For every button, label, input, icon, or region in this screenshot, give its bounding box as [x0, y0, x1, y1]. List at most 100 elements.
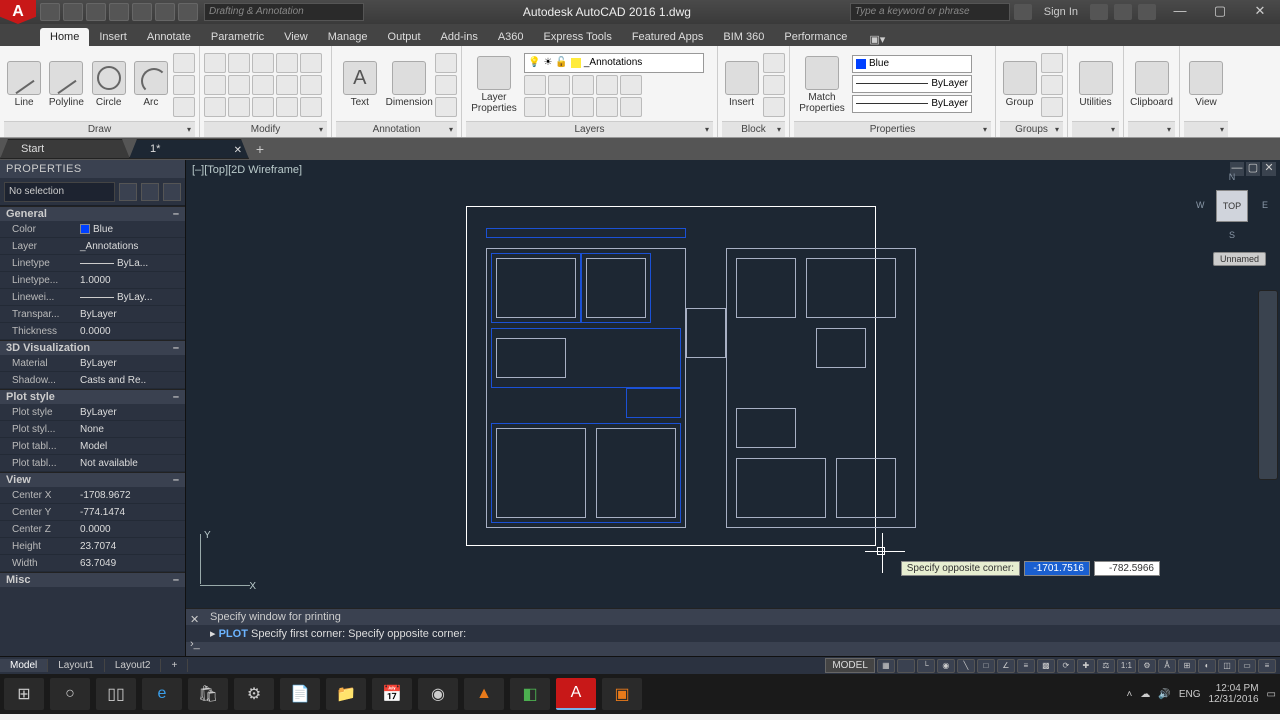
tool-view[interactable]: View	[1184, 61, 1228, 108]
tab-performance[interactable]: Performance	[774, 28, 857, 46]
qat-open-icon[interactable]	[63, 3, 83, 21]
grid-icon[interactable]: ▦	[877, 659, 895, 673]
tray-up-icon[interactable]: ˄	[1127, 689, 1133, 700]
tray-onedrive-icon[interactable]: ☁	[1140, 689, 1150, 700]
prop-row[interactable]: Thickness0.0000	[0, 323, 185, 340]
layermcur-icon[interactable]	[572, 97, 594, 117]
osnap-icon[interactable]: □	[977, 659, 995, 673]
snap-icon[interactable]	[897, 659, 915, 673]
tab-insert[interactable]: Insert	[89, 28, 137, 46]
viewcube[interactable]: N S W E TOP	[1196, 170, 1268, 242]
prop-group[interactable]: Misc–	[0, 572, 185, 587]
maximize-button[interactable]: ▢	[1200, 0, 1240, 24]
prop-row[interactable]: Center X-1708.9672	[0, 487, 185, 504]
new-tab-button[interactable]: +	[248, 141, 272, 157]
tool-layer-properties[interactable]: Layer Properties	[466, 56, 522, 114]
signin-label[interactable]: Sign In	[1038, 6, 1084, 18]
navigation-bar[interactable]	[1258, 290, 1278, 480]
mirror-icon[interactable]	[228, 75, 250, 95]
workspace-icon[interactable]: ⊞	[1178, 659, 1196, 673]
panel-modify-title[interactable]: Modify	[204, 121, 327, 137]
ortho-icon[interactable]: └	[917, 659, 935, 673]
tool-arc[interactable]: Arc	[131, 61, 171, 108]
tab-view[interactable]: View	[274, 28, 318, 46]
workspace-dropdown[interactable]: Drafting & Annotation	[204, 3, 364, 21]
recorder-icon[interactable]: ▣	[602, 678, 642, 710]
panel-block-title[interactable]: Block	[722, 121, 785, 137]
prop-row[interactable]: Shadow...Casts and Re..	[0, 372, 185, 389]
hardware-icon[interactable]: ◐	[1198, 659, 1216, 673]
command-line[interactable]: ✕ ›_ Specify window for printing ▸ PLOT …	[186, 608, 1280, 656]
cmdline-close-icon[interactable]: ✕	[190, 613, 199, 626]
qat-undo-icon[interactable]	[155, 3, 175, 21]
taskview-icon[interactable]: ▯▯	[96, 678, 136, 710]
cmdline-handle-icon[interactable]: ›_	[190, 638, 200, 650]
erase-icon[interactable]	[276, 53, 298, 73]
leader-icon[interactable]	[435, 53, 457, 73]
tool-insert[interactable]: Insert	[722, 61, 761, 108]
draw-rect-icon[interactable]	[173, 53, 195, 73]
tool-text[interactable]: AText	[336, 61, 384, 108]
layerdel-icon[interactable]	[596, 97, 618, 117]
prop-group[interactable]: Plot style–	[0, 389, 185, 404]
signin-icon[interactable]	[1014, 4, 1032, 20]
panel-groups-title[interactable]: Groups	[1000, 121, 1063, 137]
annoscale-icon[interactable]: ⚖	[1097, 659, 1115, 673]
minimize-button[interactable]: —	[1160, 0, 1200, 24]
qat-saveas-icon[interactable]	[109, 3, 129, 21]
annomonitor-icon[interactable]: ✚	[1077, 659, 1095, 673]
ucs-icon[interactable]: YX	[192, 534, 252, 594]
qat-save-icon[interactable]	[86, 3, 106, 21]
chrome-icon[interactable]: ◉	[418, 678, 458, 710]
close-tab-icon[interactable]: ✕	[234, 142, 242, 160]
array-icon[interactable]	[252, 97, 274, 117]
quickselect-icon[interactable]	[119, 183, 137, 201]
groupsel-icon[interactable]	[1041, 97, 1063, 117]
settings-icon[interactable]: ⚙	[234, 678, 274, 710]
prop-group[interactable]: 3D Visualization–	[0, 340, 185, 355]
drawing-canvas[interactable]: — ▢ ✕ [–][Top][2D Wireframe]	[186, 160, 1280, 656]
prop-row[interactable]: Center Z0.0000	[0, 521, 185, 538]
tab-output[interactable]: Output	[378, 28, 431, 46]
cleanscreen-icon[interactable]: ▭	[1238, 659, 1256, 673]
prop-row[interactable]: Width63.7049	[0, 555, 185, 572]
tab-layout1[interactable]: Layout1	[48, 659, 105, 672]
trim-icon[interactable]	[252, 53, 274, 73]
layerprev-icon[interactable]	[548, 97, 570, 117]
qat-new-icon[interactable]	[40, 3, 60, 21]
tab-home[interactable]: Home	[40, 28, 89, 46]
layerlock-icon[interactable]	[596, 75, 618, 95]
tool-group[interactable]: Group	[1000, 61, 1039, 108]
tab-bim360[interactable]: BIM 360	[713, 28, 774, 46]
prop-group[interactable]: View–	[0, 472, 185, 487]
app-logo[interactable]: A	[0, 0, 36, 24]
tab-parametric[interactable]: Parametric	[201, 28, 274, 46]
calendar-icon[interactable]: 📅	[372, 678, 412, 710]
layermatch-icon[interactable]	[620, 75, 642, 95]
viewcube-ucs-label[interactable]: Unnamed	[1213, 252, 1266, 266]
prop-row[interactable]: Plot tabl...Model	[0, 438, 185, 455]
tool-match-properties[interactable]: Match Properties	[794, 56, 850, 114]
togglepick-icon[interactable]	[163, 183, 181, 201]
autocad-taskbar-icon[interactable]: A	[556, 678, 596, 710]
table-icon[interactable]	[435, 75, 457, 95]
camtasia-icon[interactable]: ◧	[510, 678, 550, 710]
scale-display[interactable]: 1:1	[1117, 659, 1136, 673]
tab-start[interactable]: Start	[0, 139, 130, 159]
layerfrz-icon[interactable]	[572, 75, 594, 95]
fillet-icon[interactable]	[252, 75, 274, 95]
ungroup-icon[interactable]	[1041, 53, 1063, 73]
start-button[interactable]: ⊞	[4, 678, 44, 710]
tab-addins[interactable]: Add-ins	[431, 28, 488, 46]
cortana-icon[interactable]: ○	[50, 678, 90, 710]
copy-icon[interactable]	[204, 75, 226, 95]
layerwalk-icon[interactable]	[620, 97, 642, 117]
rotate-icon[interactable]	[228, 53, 250, 73]
prop-row[interactable]: MaterialByLayer	[0, 355, 185, 372]
tray-clock[interactable]: 12:04 PM12/31/2016	[1208, 683, 1258, 705]
stayconnected-icon[interactable]	[1114, 4, 1132, 20]
vlc-icon[interactable]: ▲	[464, 678, 504, 710]
infocenter-search[interactable]: Type a keyword or phrase	[850, 3, 1010, 21]
add-layout-button[interactable]: +	[161, 659, 188, 672]
selection-dropdown[interactable]: No selection	[4, 182, 115, 202]
